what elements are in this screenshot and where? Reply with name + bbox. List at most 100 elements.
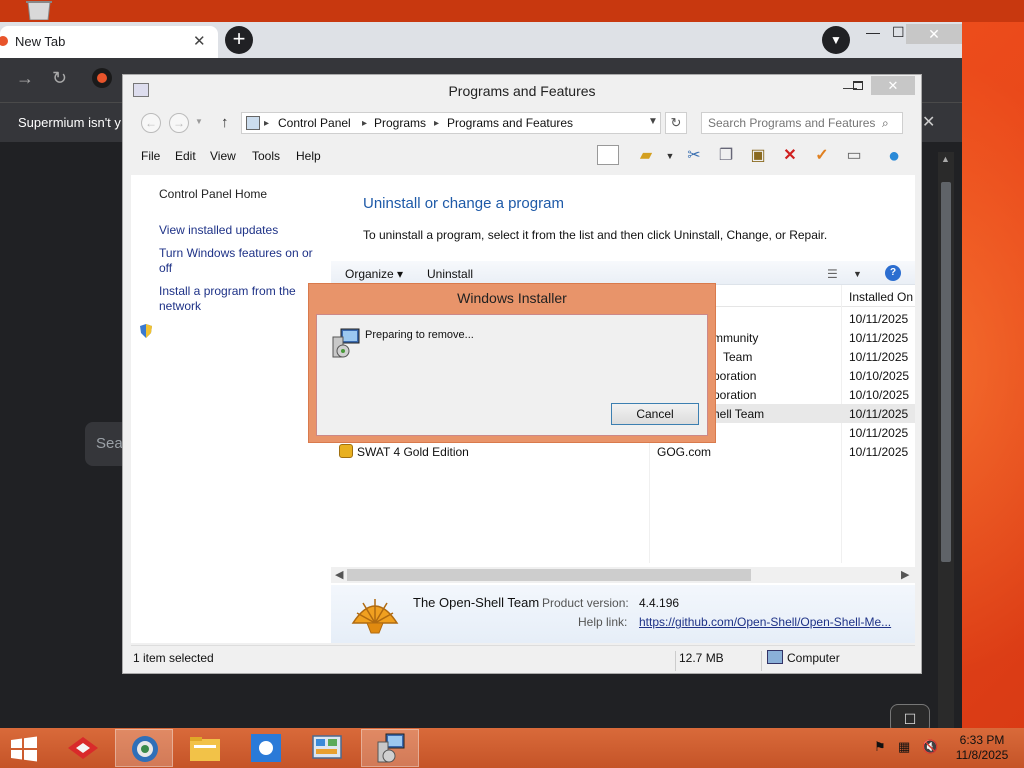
info-bar-close-icon[interactable]: ✕ (922, 112, 935, 132)
copy-icon[interactable]: ❐ (715, 145, 737, 167)
browser-maximize-button[interactable]: ☐ (892, 24, 905, 41)
taskbar: ⚑ ▦ 🔇 6:33 PM 11/8/2025 (0, 728, 1024, 768)
view-options-icon[interactable]: ☰ (827, 267, 838, 281)
up-arrow-icon[interactable]: ↑ (221, 114, 229, 131)
properties-check-icon[interactable]: ✓ (811, 145, 833, 167)
search-box-placeholder: Sea (96, 435, 123, 452)
forward-arrow-icon[interactable]: → (16, 68, 34, 89)
rename-icon[interactable]: ▭ (843, 145, 865, 167)
network-globe-icon[interactable]: ● (883, 145, 905, 167)
tab-new-tab[interactable]: New Tab ✕ (0, 26, 218, 58)
browser-scrollbar[interactable]: ▲ ▼ (938, 152, 954, 742)
breadcrumb-programs-and-features[interactable]: Programs and Features (447, 116, 573, 130)
dialog-message: Preparing to remove... (365, 329, 474, 341)
system-clock[interactable]: 6:33 PM 11/8/2025 (944, 733, 1020, 763)
breadcrumb-separator-icon[interactable]: ▸ (362, 118, 367, 129)
menu-file[interactable]: File (141, 149, 160, 163)
paste-icon[interactable]: ▣ (747, 145, 769, 167)
open-shell-logo-icon (351, 599, 399, 634)
row-publisher: poration (713, 369, 757, 383)
breadcrumb-programs[interactable]: Programs (374, 116, 426, 130)
row-publisher: hell Team (713, 407, 765, 421)
sidebar-view-installed-updates[interactable]: View installed updates (159, 223, 278, 238)
menu-tools[interactable]: Tools (252, 149, 280, 163)
recent-pages-chevron-icon[interactable]: ▼ (195, 117, 203, 126)
scroll-up-icon[interactable]: ▲ (941, 154, 950, 164)
forward-arrow-icon[interactable]: → (169, 113, 189, 133)
breadcrumb-separator-icon[interactable]: ▸ (434, 118, 439, 129)
row-date: 10/11/2025 (849, 350, 909, 364)
menu-edit[interactable]: Edit (175, 149, 196, 163)
tab-search-chevron-icon[interactable]: ▼ (822, 26, 850, 54)
taskbar-brightness-sun-icon[interactable] (237, 729, 295, 767)
dialog-title: Windows Installer (457, 290, 567, 306)
delete-icon[interactable]: ✕ (779, 145, 801, 167)
status-size: 12.7 MB (679, 651, 724, 665)
volume-muted-icon[interactable]: 🔇 (922, 739, 938, 755)
action-center-flag-icon[interactable]: ⚑ (874, 739, 886, 755)
new-tab-button[interactable]: + (225, 26, 253, 54)
cp-close-button[interactable]: ✕ (871, 76, 915, 95)
start-windows-icon[interactable] (10, 736, 38, 762)
list-item[interactable]: SWAT 4 Gold Edition GOG.com 10/11/2025 (331, 442, 915, 461)
folder-options-icon[interactable]: ▰ (635, 145, 657, 167)
scroll-right-icon[interactable]: ▶ (901, 568, 909, 581)
uac-shield-icon (140, 324, 152, 338)
sidebar-windows-features-line1[interactable]: Turn Windows features on or (159, 246, 313, 261)
row-publisher: GOG.com (657, 445, 712, 459)
taskbar-windows-installer-icon[interactable] (361, 729, 419, 767)
breadcrumb-control-panel[interactable]: Control Panel (278, 116, 351, 130)
tab-close-icon[interactable]: ✕ (193, 32, 206, 50)
preview-pane-icon[interactable] (597, 145, 619, 165)
breadcrumb-control-panel-icon (246, 116, 260, 130)
cp-maximize-button[interactable] (853, 81, 863, 90)
cp-window-title: Programs and Features (448, 83, 596, 99)
reload-icon[interactable]: ↻ (52, 68, 67, 89)
organize-button[interactable]: Organize ▾ (345, 267, 403, 281)
scrollbar-thumb[interactable] (941, 182, 951, 562)
taskbar-control-panel-icon[interactable] (298, 729, 356, 767)
search-icon[interactable]: ⌕ (882, 116, 889, 131)
details-program-name: The Open-Shell Team (413, 595, 540, 610)
cancel-button[interactable]: Cancel (611, 403, 699, 425)
search-input[interactable] (708, 115, 878, 131)
refresh-icon[interactable]: ↻ (665, 112, 687, 134)
sidebar-control-panel-home[interactable]: Control Panel Home (159, 187, 267, 202)
back-arrow-icon[interactable]: ← (141, 113, 161, 133)
browser-close-button[interactable]: ✕ (906, 24, 962, 44)
taskbar-browser-icon[interactable] (115, 729, 173, 767)
search-box[interactable]: ⌕ (701, 112, 903, 134)
help-icon[interactable]: ? (885, 265, 901, 281)
sidebar-windows-features-line2[interactable]: off (159, 261, 172, 276)
menu-help[interactable]: Help (296, 149, 321, 163)
row-date: 10/10/2025 (849, 369, 910, 383)
horizontal-scrollbar-thumb[interactable] (347, 569, 751, 581)
breadcrumb[interactable]: ▸ Control Panel ▸ Programs ▸ Programs an… (241, 112, 661, 134)
menu-view[interactable]: View (210, 149, 236, 163)
cut-icon[interactable]: ✂ (683, 145, 705, 167)
horizontal-scrollbar[interactable]: ◀ ▶ (331, 567, 915, 583)
network-icon[interactable]: ▦ (898, 739, 910, 755)
clock-date: 11/8/2025 (955, 748, 1009, 762)
breadcrumb-separator-icon[interactable]: ▸ (264, 118, 269, 129)
column-installed-on[interactable]: Installed On (849, 290, 913, 304)
row-date: 10/11/2025 (849, 312, 909, 326)
page-title: Uninstall or change a program (363, 195, 564, 212)
windows-installer-icon (332, 328, 360, 358)
computer-icon (767, 650, 783, 664)
tab-strip: New Tab ✕ + ▼ — ☐ ✕ (0, 22, 962, 58)
sidebar-install-from-network-line1[interactable]: Install a program from the (159, 284, 296, 299)
options-chevron-icon[interactable]: ▼ (659, 145, 681, 167)
recycle-bin-icon[interactable] (22, 0, 56, 20)
sidebar-install-from-network-line2[interactable]: network (159, 299, 201, 314)
address-dropdown-icon[interactable]: ▼ (648, 116, 658, 127)
uninstall-button[interactable]: Uninstall (427, 267, 473, 281)
taskbar-app-red-icon[interactable] (54, 729, 112, 767)
details-help-link[interactable]: https://github.com/Open-Shell/Open-Shell… (639, 615, 891, 629)
view-chevron-icon[interactable]: ▼ (853, 269, 862, 279)
browser-minimize-button[interactable]: — (866, 24, 880, 40)
scroll-left-icon[interactable]: ◀ (335, 568, 343, 581)
details-version-label: Product version: (542, 596, 629, 610)
taskbar-file-explorer-icon[interactable] (176, 729, 234, 767)
status-bar: 1 item selected 12.7 MB Computer (131, 645, 915, 671)
